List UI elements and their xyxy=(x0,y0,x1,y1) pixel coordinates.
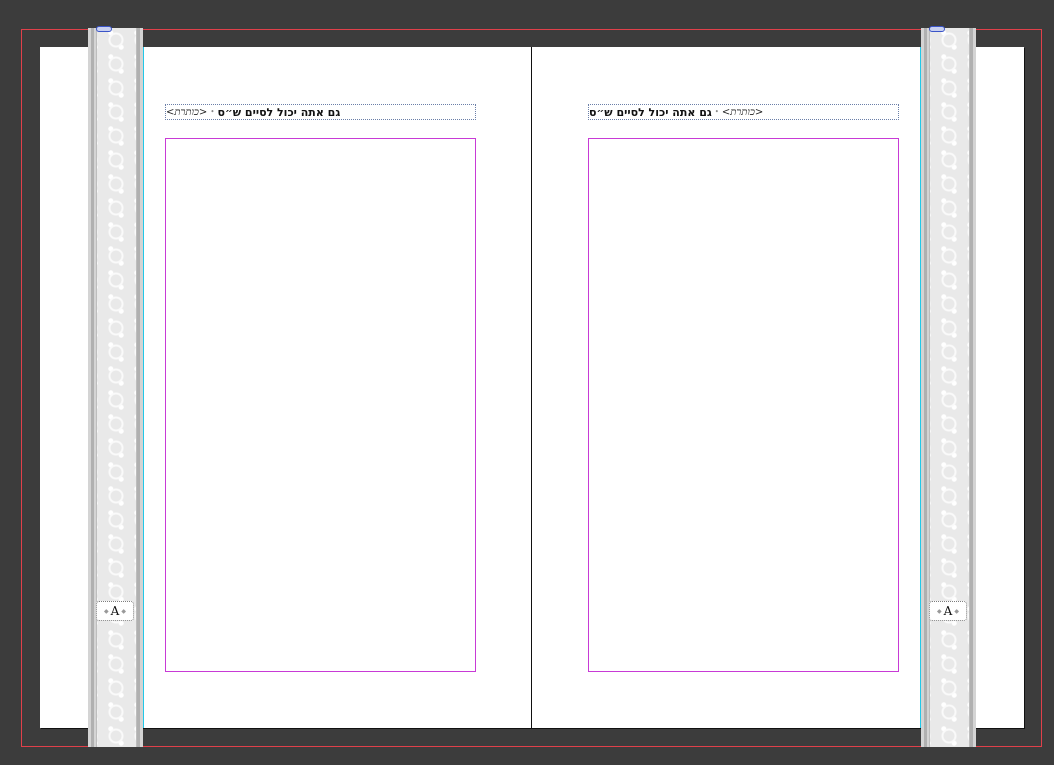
link-icon[interactable] xyxy=(929,26,945,32)
left-header-variable: <כותרת> xyxy=(166,106,208,118)
ornament-edge xyxy=(924,28,927,747)
left-header-text: גם אתה יכול לסיים ש״ס xyxy=(217,105,341,119)
right-header-text: גם אתה יכול לסיים ש״ס xyxy=(589,105,712,119)
ornament-pattern xyxy=(929,28,970,747)
right-margin-frame[interactable] xyxy=(588,138,899,672)
page-spread: גם אתה יכול לסיים ש״ס • <כותרת> <כותרת> … xyxy=(40,47,1024,728)
parent-page-letter: A xyxy=(943,604,953,618)
link-icon[interactable] xyxy=(96,26,112,32)
parent-page-badge-right[interactable]: ◆ A ◆ xyxy=(929,601,967,621)
right-header-frame[interactable]: <כותרת> • גם אתה יכול לסיים ש״ס xyxy=(588,104,899,120)
diamond-dot-icon: ◆ xyxy=(121,607,126,615)
left-header-frame[interactable]: גם אתה יכול לסיים ש״ס • <כותרת> xyxy=(165,104,476,120)
ornament-edge xyxy=(137,28,140,747)
separator-icon: • xyxy=(210,108,215,116)
diamond-dot-icon: ◆ xyxy=(954,607,959,615)
parent-page-badge-left[interactable]: ◆ A ◆ xyxy=(96,601,134,621)
separator-icon: • xyxy=(714,108,719,116)
diamond-dot-icon: ◆ xyxy=(937,607,942,615)
left-column-guide xyxy=(143,47,144,728)
ornament-edge xyxy=(970,28,973,747)
parent-page-letter: A xyxy=(110,604,120,618)
right-ornament-strip[interactable] xyxy=(921,28,976,747)
ornament-pattern xyxy=(96,28,137,747)
diamond-dot-icon: ◆ xyxy=(104,607,109,615)
ornament-edge xyxy=(91,28,94,747)
right-header-variable: <כותרת> xyxy=(721,106,764,118)
left-margin-frame[interactable] xyxy=(165,138,476,672)
left-ornament-strip[interactable] xyxy=(88,28,143,747)
right-column-guide xyxy=(920,47,921,728)
